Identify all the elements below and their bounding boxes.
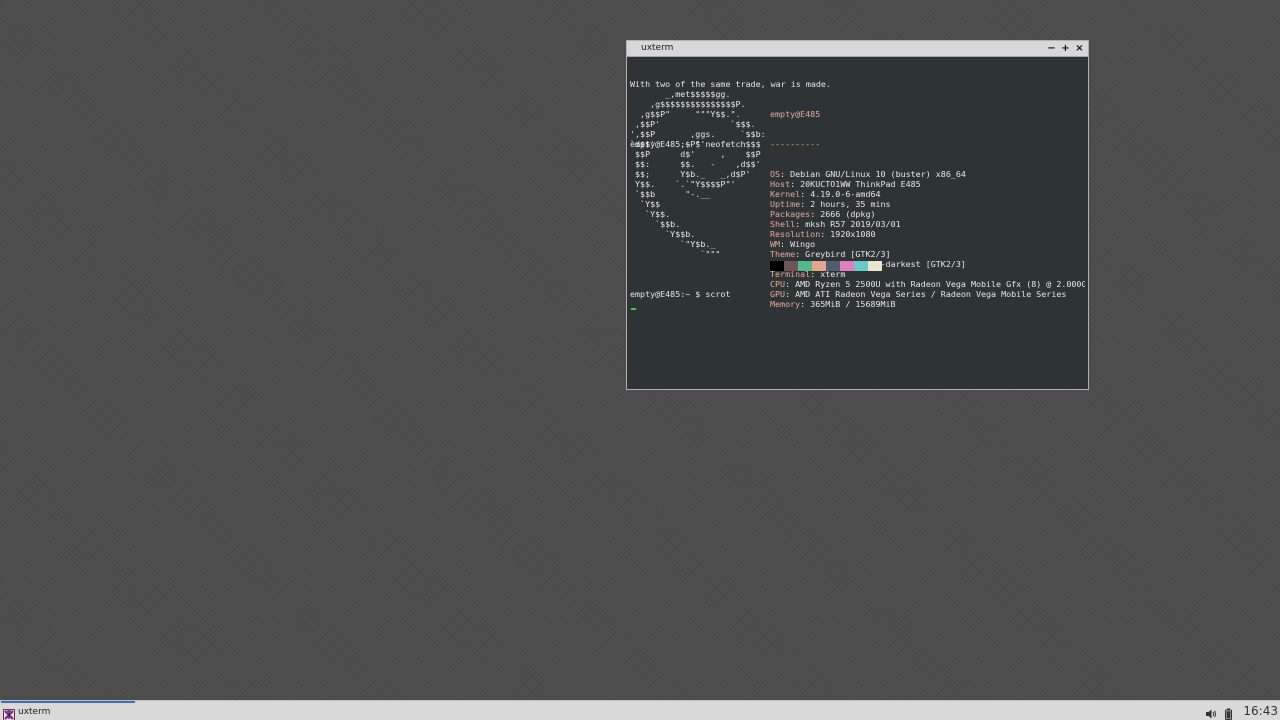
logo-line: ,g$$$$$$$$$$$$$$$P. xyxy=(630,99,746,109)
logo-line: $$: $$. - ,d$$' xyxy=(630,159,761,169)
logo-line: `$$b "-.__ xyxy=(630,189,711,199)
taskbar-item-uxterm[interactable]: uxterm xyxy=(1,701,135,720)
logo-line: `$$b. xyxy=(630,219,681,229)
user-host: empty@E485 xyxy=(770,109,821,119)
info-line: Memory: 365MiB / 15689MiB xyxy=(770,299,896,309)
logo-line: ,$$P' `$$$. xyxy=(630,119,756,129)
info-line: Packages: 2666 (dpkg) xyxy=(770,209,876,219)
window-titlebar[interactable]: uxterm − + × xyxy=(627,41,1088,57)
debian-ascii-logo: _,met$$$$$gg. ,g$$$$$$$$$$$$$$$P. ,g$$P"… xyxy=(630,89,766,259)
info-key: Theme xyxy=(770,249,796,259)
info-key: Kernel xyxy=(770,189,801,199)
window-controls: − + × xyxy=(1047,41,1084,56)
info-line: Shell: mksh R57 2019/03/01 xyxy=(770,219,901,229)
logo-line: `d$$' ,$P"' . $$$ xyxy=(630,139,761,149)
info-value: 365MiB / 15689MiB xyxy=(810,299,896,309)
terminal-window[interactable]: uxterm − + × With two of the same trade,… xyxy=(626,40,1089,390)
logo-line: Y$$. `.`"Y$$$$P"' xyxy=(630,179,736,189)
color-swatch xyxy=(798,261,812,271)
minimize-button[interactable]: − xyxy=(1047,42,1056,55)
info-key: Uptime xyxy=(770,199,801,209)
info-key: Resolution xyxy=(770,229,821,239)
info-lines: OS: Debian GNU/Linux 10 (buster) x86_64 H… xyxy=(770,169,1085,309)
taskbar: uxterm 16:43 xyxy=(0,700,1280,720)
color-swatch xyxy=(868,261,882,271)
info-line: Kernel: 4.19.0-6-amd64 xyxy=(770,189,881,199)
info-key: WM xyxy=(770,239,781,249)
info-value: Debian GNU/Linux 10 (buster) x86_64 xyxy=(790,169,966,179)
logo-line: `Y$$. xyxy=(630,209,671,219)
logo-line: $$; Y$b._ _,d$P' xyxy=(630,169,751,179)
neofetch-output: _,met$$$$$gg. ,g$$$$$$$$$$$$$$$P. ,g$$P"… xyxy=(630,89,1085,309)
window-title: uxterm xyxy=(641,43,674,53)
info-key: Shell xyxy=(770,219,796,229)
color-swatch xyxy=(770,261,784,271)
color-swatch xyxy=(812,261,826,271)
system-info: empty@E485 ---------- OS: Debian GNU/Lin… xyxy=(770,89,1085,329)
color-swatch xyxy=(826,261,840,271)
info-line: GPU: AMD ATI Radeon Vega Series / Radeon… xyxy=(770,289,1067,299)
info-key: Host xyxy=(770,179,791,189)
info-value: 2 hours, 35 mins xyxy=(810,199,891,209)
info-value: Greybird [GTK2/3] xyxy=(805,249,891,259)
color-swatch xyxy=(784,261,798,271)
info-value: Wingo xyxy=(790,239,816,249)
color-swatch xyxy=(854,261,868,271)
close-button[interactable]: × xyxy=(1075,42,1084,55)
xterm-icon xyxy=(3,706,15,720)
info-value: AMD Ryzen 5 2500U with Radeon Vega Mobil… xyxy=(795,279,1085,289)
info-key: CPU xyxy=(770,279,786,289)
info-line: Theme: Greybird [GTK2/3] xyxy=(770,249,891,259)
separator: ---------- xyxy=(770,139,821,149)
fortune-line: With two of the same trade, war is made. xyxy=(630,79,831,89)
info-value: 4.19.0-6-amd64 xyxy=(810,189,881,199)
info-value: AMD ATI Radeon Vega Series / Radeon Vega… xyxy=(795,289,1067,299)
info-value: 20KUCTO1WW ThinkPad E485 xyxy=(800,179,921,189)
battery-icon[interactable] xyxy=(1223,705,1235,720)
logo-line: ',$$P ,ggs. `$$b: xyxy=(630,129,766,139)
info-key: Packages xyxy=(770,209,811,219)
info-line: Uptime: 2 hours, 35 mins xyxy=(770,199,891,209)
terminal-cursor xyxy=(631,308,636,310)
prompt-line-2: empty@E485:~ $ scrot xyxy=(630,289,731,299)
info-value: 1920x1080 xyxy=(830,229,876,239)
info-key: GPU xyxy=(770,289,786,299)
maximize-button[interactable]: + xyxy=(1061,42,1070,55)
logo-line: _,met$$$$$gg. xyxy=(630,89,731,99)
info-value: mksh R57 2019/03/01 xyxy=(805,219,901,229)
info-value: 2666 (dpkg) xyxy=(820,209,876,219)
color-swatches xyxy=(770,261,882,271)
terminal-output[interactable]: With two of the same trade, war is made.… xyxy=(630,59,1085,387)
info-key: OS xyxy=(770,169,781,179)
logo-line: `"Y$b._ xyxy=(630,239,716,249)
logo-line: `Y$$ xyxy=(630,199,661,209)
info-line: Resolution: 1920x1080 xyxy=(770,229,876,239)
logo-line: $$P d$' , $$P xyxy=(630,149,761,159)
info-line: OS: Debian GNU/Linux 10 (buster) x86_64 xyxy=(770,169,966,179)
info-line: WM: Wingo xyxy=(770,239,816,249)
logo-line: `""" xyxy=(630,249,721,259)
taskbar-item-label: uxterm xyxy=(18,706,51,717)
logo-line: `Y$$b. xyxy=(630,229,696,239)
info-line: Host: 20KUCTO1WW ThinkPad E485 xyxy=(770,179,921,189)
clock[interactable]: 16:43 xyxy=(1243,704,1278,718)
logo-line: ,g$$P" """Y$$.". xyxy=(630,109,741,119)
info-line: CPU: AMD Ryzen 5 2500U with Radeon Vega … xyxy=(770,279,1085,289)
color-swatch xyxy=(840,261,854,271)
info-key: Memory xyxy=(770,299,801,309)
volume-icon[interactable] xyxy=(1205,705,1217,718)
system-tray: 16:43 xyxy=(1205,701,1278,720)
